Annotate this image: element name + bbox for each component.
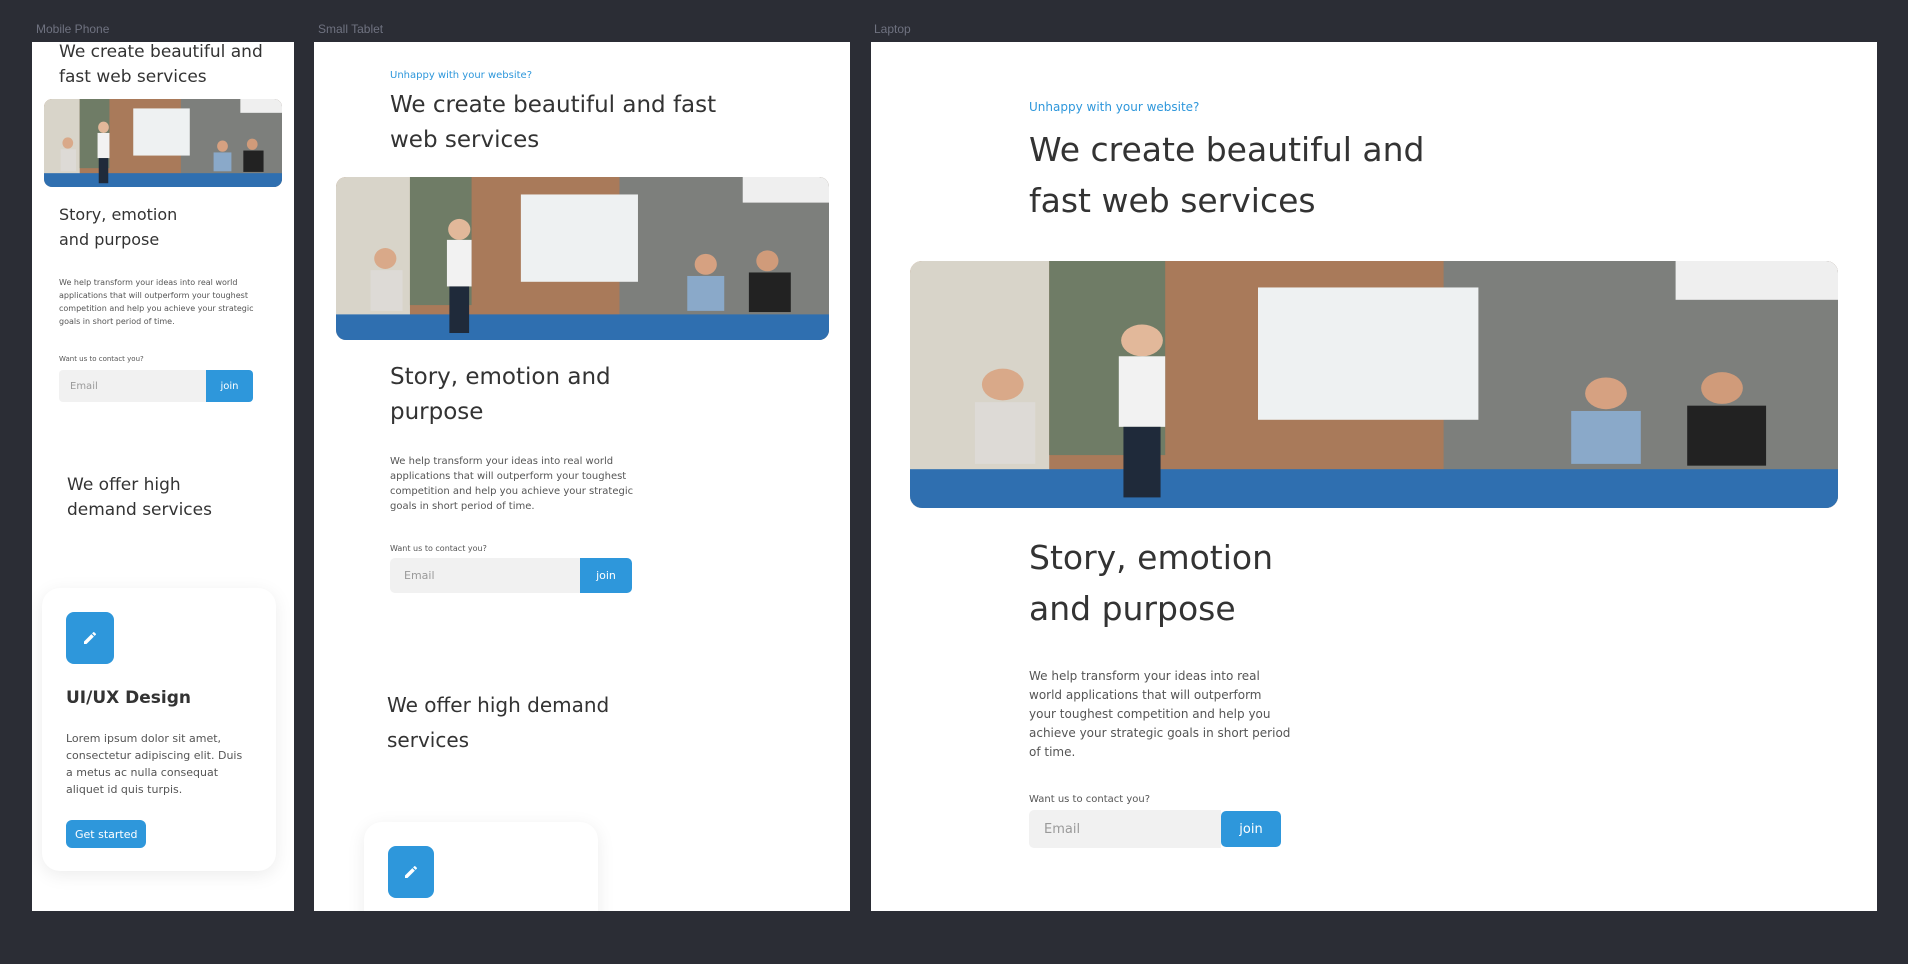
service-card [364, 822, 598, 911]
eyebrow: Unhappy with your website? [1029, 100, 1200, 114]
story-body: We help transform your ideas into real w… [1029, 669, 1291, 759]
eyebrow: Unhappy with your website? [390, 70, 533, 81]
hero-image [44, 99, 282, 187]
contact-label: Want us to contact you? [390, 544, 487, 553]
contact-label: Want us to contact you? [59, 355, 144, 363]
team-meeting-photo [910, 261, 1838, 508]
contact-label: Want us to contact you? [1029, 794, 1151, 805]
join-button[interactable]: join [580, 558, 632, 593]
headline: We create beautiful and fast web service… [59, 42, 263, 87]
story-title: Story, emotion and purpose [59, 205, 178, 249]
story-body: We help transform your ideas into real w… [390, 456, 634, 512]
frame-label-tablet: Small Tablet [318, 22, 384, 36]
email-input[interactable] [390, 558, 590, 593]
card-icon-box [66, 612, 114, 664]
card-title: UI/UX Design [66, 688, 192, 708]
headline: We create beautiful and fast web service… [390, 92, 717, 153]
email-form: join [59, 370, 253, 402]
hero-image [910, 261, 1838, 508]
join-button[interactable]: join [206, 370, 253, 402]
laptop-frame: Unhappy with your website? We create bea… [871, 42, 1877, 911]
hero-image [336, 177, 829, 340]
pencil-icon [405, 865, 418, 878]
team-meeting-photo [336, 177, 829, 340]
services-title: We offer high demand services [67, 475, 212, 520]
headline: We create beautiful and fast web service… [1029, 130, 1425, 220]
story-body: We help transform your ideas into real w… [59, 278, 254, 326]
card-icon-box [388, 846, 434, 898]
tablet-frame: Unhappy with your website? We create bea… [314, 42, 850, 911]
card-body: Lorem ipsum dolor sit amet, consectetur … [66, 732, 243, 796]
frame-label-mobile: Mobile Phone [36, 22, 110, 36]
service-card: UI/UX Design Lorem ipsum dolor sit amet,… [42, 588, 276, 871]
email-form: join [1029, 810, 1281, 848]
team-meeting-photo [44, 99, 282, 187]
email-input[interactable] [1029, 810, 1221, 848]
frame-label-laptop: Laptop [874, 22, 911, 36]
get-started-button[interactable]: Get started [66, 820, 147, 848]
join-button[interactable]: join [1221, 811, 1281, 847]
email-input[interactable] [59, 370, 216, 402]
story-title: Story, emotion and purpose [1029, 538, 1274, 628]
pencil-icon [84, 631, 97, 644]
mobile-frame: We create beautiful and fast web service… [32, 42, 294, 911]
email-form: join [390, 558, 632, 593]
story-title: Story, emotion and purpose [390, 364, 611, 425]
services-title: We offer high demand services [387, 693, 610, 752]
